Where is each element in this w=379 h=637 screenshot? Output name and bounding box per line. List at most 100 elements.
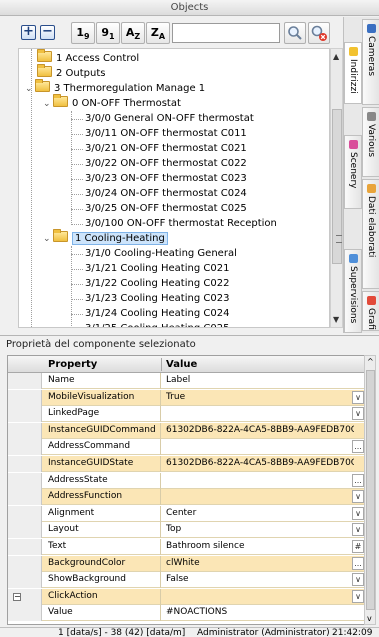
dropdown-button[interactable]: ∨ [352,506,364,520]
tree-item[interactable]: 3/0/24 ON-OFF thermostat C024 [85,186,247,201]
property-value[interactable] [166,406,354,422]
property-row[interactable]: Value #NOACTIONS [8,605,364,622]
property-value[interactable]: Label [166,373,354,389]
property-name: InstanceGUIDState [48,456,161,472]
tree-folder[interactable]: ⌄ 1 Cooling-Heating [43,229,168,247]
sort-numeric-desc-button[interactable]: 91 [96,22,120,44]
property-row[interactable]: InstanceGUIDState 61302DB6-822A-4CA5-8BB9… [8,456,364,472]
search-input[interactable] [172,23,280,43]
side-tab-various[interactable]: Various [362,107,379,177]
property-value[interactable] [166,489,354,505]
property-value[interactable]: Center [166,506,354,522]
side-tab-supervisions[interactable]: Supervisions [344,249,362,333]
tree-scroll-thumb[interactable] [332,109,342,264]
collapse-all-button[interactable]: − [40,25,55,40]
tree-folder[interactable]: 2 Outputs [37,64,106,81]
tree-folder[interactable]: ⌄ 3 Thermoregulation Manage 1 [25,79,205,97]
property-row[interactable]: Name Label [8,373,364,389]
property-row[interactable]: − ClickAction ∨ [8,588,364,605]
side-tab-cameras[interactable]: Cameras [362,19,379,105]
sort-alpha-asc-button[interactable]: AZ [121,22,145,44]
dropdown-button[interactable]: ∨ [352,390,364,404]
tree-connector [71,299,83,300]
tree-item[interactable]: 3/0/11 ON-OFF thermostat C011 [85,126,247,141]
side-tab-label: Supervisions [348,266,358,324]
property-value[interactable]: clWhite [166,556,354,572]
property-row[interactable]: MobileVisualization True ∨ [8,389,364,406]
tree-item-label: 3/0/11 ON-OFF thermostat C011 [85,128,247,139]
dropdown-button[interactable]: ∨ [352,490,364,504]
property-value[interactable] [166,439,354,455]
ellipsis-button[interactable]: ... [352,556,364,570]
property-value[interactable] [166,473,354,489]
ellipsis-button[interactable]: ... [352,440,364,454]
property-row[interactable]: InstanceGUIDCommand 61302DB6-822A-4CA5-8B… [8,422,364,439]
properties-scroll-thumb[interactable] [366,370,375,610]
property-row[interactable]: LinkedPage ∨ [8,406,364,423]
bulb-icon [348,47,358,56]
dropdown-button[interactable]: ∨ [352,523,364,537]
text-edit-button[interactable]: # [352,540,364,553]
ellipsis-button[interactable]: ... [352,473,364,487]
tree-connector [71,224,83,225]
property-row[interactable]: ShowBackground False ∨ [8,572,364,589]
tree-item[interactable]: 3/0/25 ON-OFF thermostat C025 [85,201,247,216]
property-row[interactable]: Text Bathroom silence # [8,539,364,555]
tree-folder[interactable]: ⌄ 0 ON-OFF Thermostat [43,94,181,112]
side-tab-grafici[interactable]: Grafici [362,291,379,331]
property-row[interactable]: AddressFunction ∨ [8,489,364,506]
dropdown-button[interactable]: ∨ [352,407,364,421]
tree-item[interactable]: 3/1/0 Cooling-Heating General [85,246,237,261]
tree-item[interactable]: 3/1/24 Cooling Heating C024 [85,306,229,321]
tree-item[interactable]: 3/1/25 Cooling Heating C025 [85,321,229,327]
property-row[interactable]: Alignment Center ∨ [8,505,364,522]
properties-scrollbar[interactable]: ^ v [364,355,376,625]
property-row[interactable]: BackgroundColor clWhite... [8,555,364,572]
tree-item[interactable]: 3/1/21 Cooling Heating C021 [85,261,229,276]
sort-numeric-asc-button[interactable]: 19 [71,22,95,44]
expand-all-button[interactable]: + [21,25,36,40]
property-value[interactable]: True [166,390,354,406]
property-value[interactable]: 61302DB6-822A-4CA5-8BB9-AA9FEDB70C56 - [166,456,354,472]
tree-item[interactable]: 3/0/22 ON-OFF thermostat C022 [85,156,247,171]
sort-alpha-desc-button[interactable]: ZA [146,22,170,44]
collapse-chevron-icon[interactable]: ⌄ [43,97,53,112]
scroll-up-icon[interactable]: ^ [367,357,374,366]
value-column-header[interactable]: Value [166,356,197,373]
collapse-chevron-icon[interactable]: ⌄ [25,82,35,97]
dropdown-button[interactable]: ∨ [352,589,364,603]
side-tab-scenery[interactable]: Scenery [344,135,362,209]
property-value[interactable]: Bathroom silence [166,539,354,555]
property-row[interactable]: AddressState... [8,472,364,489]
clear-search-button[interactable] [308,22,330,44]
properties-grid[interactable]: Property Value Name Label MobileVisualizat… [7,355,371,625]
property-row[interactable]: Layout Top ∨ [8,522,364,539]
property-row[interactable]: AddressCommand... [8,439,364,456]
collapse-chevron-icon[interactable]: ⌄ [43,232,53,247]
tree-folder[interactable]: 1 Access Control [37,49,139,66]
objects-tree[interactable]: 1 Access Control 2 Outputs ⌄ 3 Thermoregula… [18,48,330,328]
property-column-header[interactable]: Property [48,356,97,373]
tree-item[interactable]: 3/0/100 ON-OFF thermostat Reception [85,216,277,231]
tree-scrollbar[interactable]: ▲ ▼ [330,48,343,328]
property-value[interactable] [166,589,354,605]
property-value[interactable]: 61302DB6-822A-4CA5-8BB9-AA9FEDB70C56 - [166,423,354,439]
tree-item[interactable]: 3/0/21 ON-OFF thermostat C021 [85,141,247,156]
scroll-up-icon[interactable]: ▲ [333,52,339,61]
search-button[interactable] [284,22,306,44]
property-value[interactable]: #NOACTIONS [166,605,354,621]
property-value[interactable]: Top [166,522,354,538]
property-value[interactable]: False [166,572,354,588]
scroll-down-icon[interactable]: ▼ [333,315,339,324]
dropdown-button[interactable]: ∨ [352,573,364,587]
collapse-toggle-icon[interactable]: − [13,592,21,601]
property-name: AddressState [48,472,161,489]
side-tab-dati-elaborati[interactable]: Dati elaborati [362,179,379,289]
tree-item[interactable]: 3/1/22 Cooling Heating C022 [85,276,229,291]
tree-item[interactable]: 3/0/0 General ON-OFF thermostat [85,111,254,126]
scroll-down-icon[interactable]: v [367,614,372,623]
tree-item[interactable]: 3/0/23 ON-OFF thermostat C023 [85,171,247,186]
camera-icon [366,24,376,33]
tree-item[interactable]: 3/1/23 Cooling Heating C023 [85,291,229,306]
side-tab-indirizzi[interactable]: Indirizzi [344,42,362,104]
